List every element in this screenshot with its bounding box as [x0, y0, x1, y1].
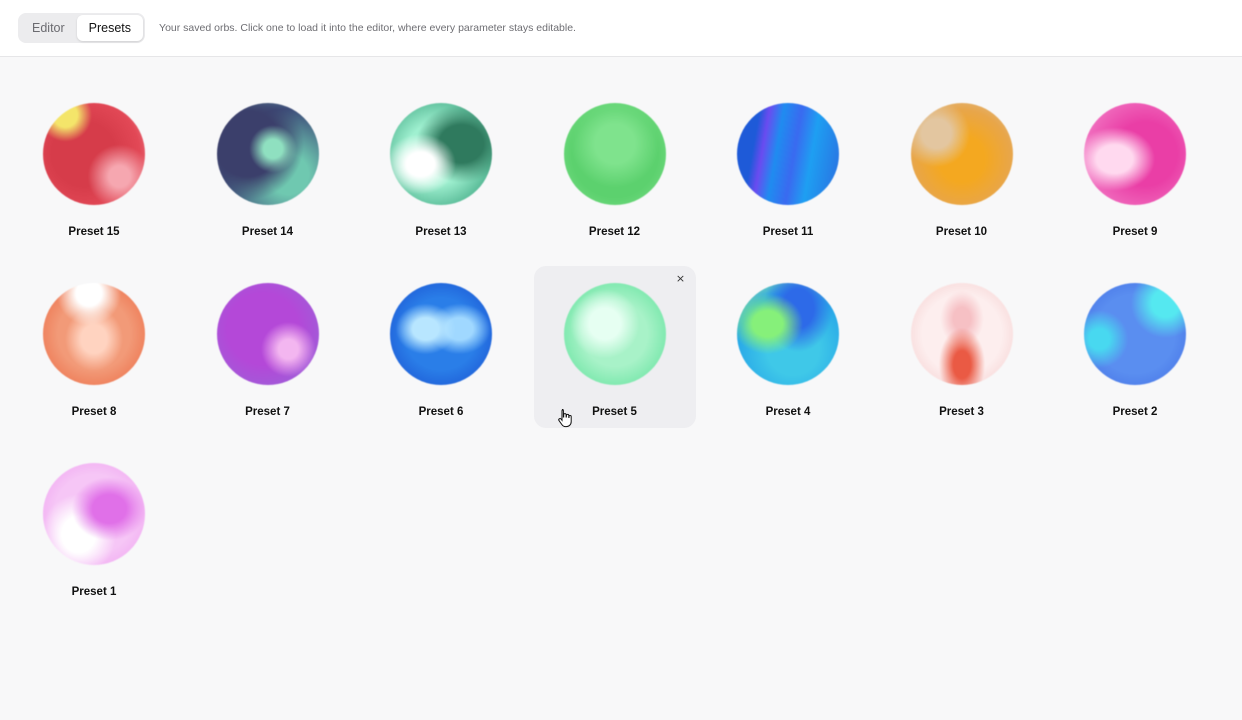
orb-thumbnail	[737, 283, 839, 385]
delete-preset-button[interactable]: ×	[674, 272, 688, 286]
hand-pointer-cursor-icon	[558, 409, 572, 428]
preset-label: Preset 12	[588, 226, 641, 238]
preset-card-5[interactable]: × Preset 5	[533, 266, 696, 428]
orb-thumbnail	[563, 283, 666, 385]
presets-grid: Preset 15 Preset 14 Preset 13 Preset 12 …	[13, 86, 1216, 608]
preset-label: Preset 8	[71, 406, 117, 418]
preset-label: Preset 4	[765, 406, 811, 418]
preset-label: Preset 7	[245, 406, 290, 418]
orb-thumbnail	[737, 103, 839, 205]
orb-thumbnail	[1084, 283, 1186, 385]
orb-thumbnail	[43, 283, 145, 385]
preset-card-13[interactable]: Preset 13	[360, 86, 522, 248]
orb-thumbnail	[216, 283, 319, 385]
preset-label: Preset 2	[1112, 406, 1158, 418]
preset-card-6[interactable]: Preset 6	[360, 266, 522, 428]
preset-label: Preset 10	[935, 226, 988, 238]
presets-hint: Your saved orbs. Click one to load it in…	[159, 22, 576, 34]
preset-card-7[interactable]: Preset 7	[187, 266, 349, 428]
orb-thumbnail	[563, 103, 666, 205]
orb-thumbnail	[390, 103, 492, 205]
preset-card-14[interactable]: Preset 14	[187, 86, 349, 248]
tab-presets[interactable]: Presets	[76, 15, 144, 41]
preset-label: Preset 5	[592, 406, 637, 418]
preset-card-3[interactable]: Preset 3	[881, 266, 1043, 428]
preset-label: Preset 6	[418, 406, 464, 418]
preset-label: Preset 1	[71, 586, 117, 598]
orb-thumbnail	[1084, 103, 1186, 205]
preset-card-15[interactable]: Preset 15	[13, 86, 175, 248]
preset-card-2[interactable]: Preset 2	[1054, 266, 1216, 428]
orb-thumbnail	[216, 103, 319, 205]
preset-card-4[interactable]: Preset 4	[707, 266, 869, 428]
preset-label: Preset 15	[68, 226, 120, 238]
tab-editor[interactable]: Editor	[20, 15, 77, 41]
view-switcher: Editor Presets	[18, 13, 146, 43]
preset-label: Preset 11	[762, 226, 814, 238]
preset-label: Preset 14	[241, 226, 294, 238]
preset-label: Preset 3	[939, 406, 984, 418]
preset-card-10[interactable]: Preset 10	[881, 86, 1043, 248]
orb-thumbnail	[910, 103, 1013, 205]
orb-thumbnail	[390, 283, 492, 385]
preset-card-11[interactable]: Preset 11	[707, 86, 869, 248]
orb-thumbnail	[43, 103, 145, 205]
preset-label: Preset 9	[1112, 226, 1158, 238]
preset-label: Preset 13	[415, 226, 467, 238]
orb-thumbnail	[43, 463, 145, 565]
top-bar: Editor Presets Your saved orbs. Click on…	[0, 0, 1242, 57]
preset-card-9[interactable]: Preset 9	[1054, 86, 1216, 248]
preset-card-1[interactable]: Preset 1	[13, 446, 175, 608]
preset-card-12[interactable]: Preset 12	[534, 86, 696, 248]
preset-card-8[interactable]: Preset 8	[13, 266, 175, 428]
orb-thumbnail	[910, 283, 1013, 385]
